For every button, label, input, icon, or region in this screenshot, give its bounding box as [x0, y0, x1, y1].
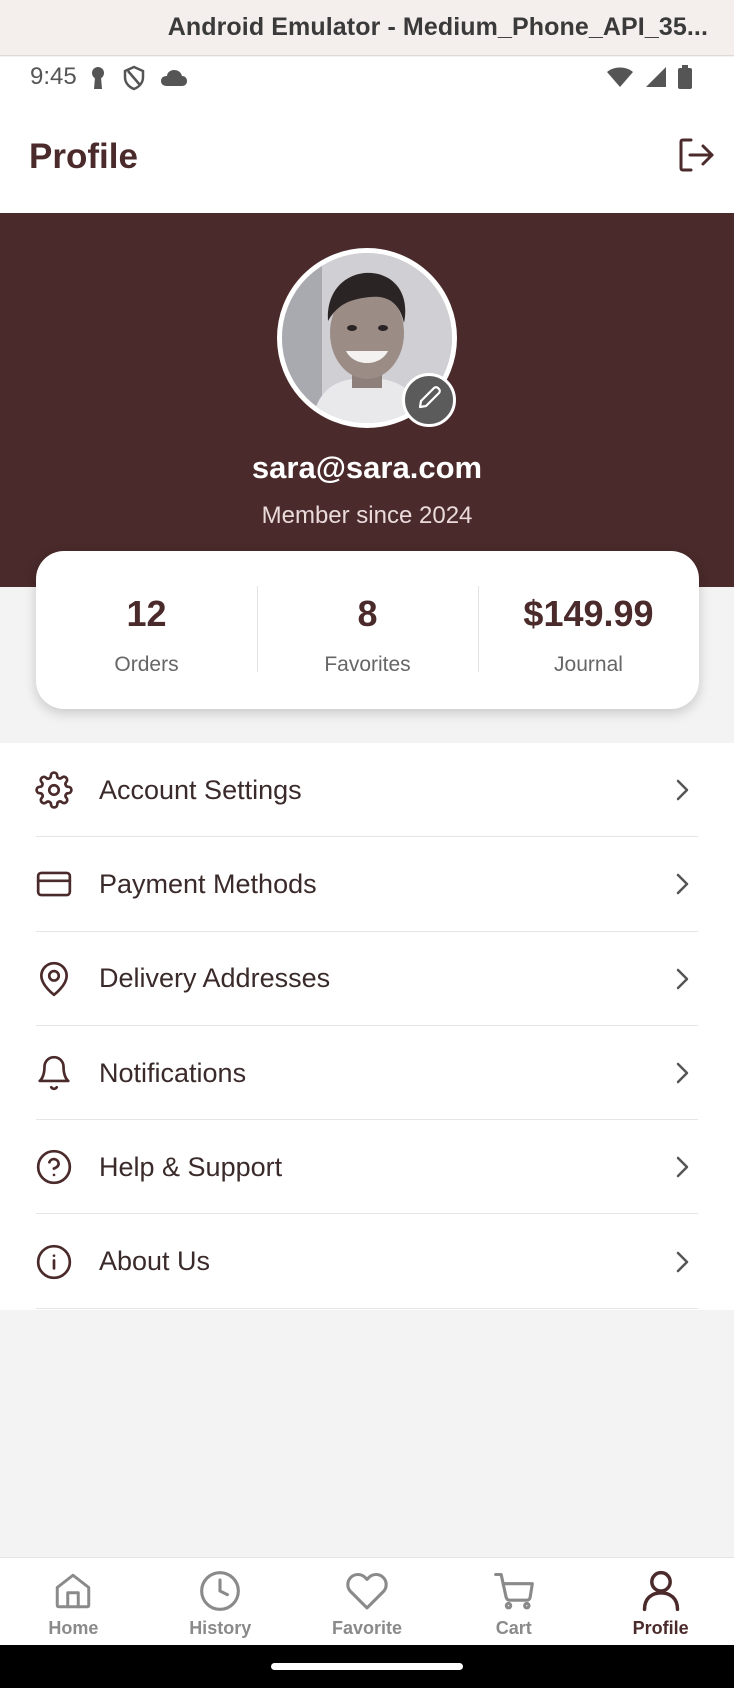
nav-item-favorite[interactable]: Favorite: [294, 1558, 441, 1645]
stat-journal[interactable]: $149.99 Journal: [478, 551, 699, 709]
chevron-right-icon: [670, 1061, 694, 1085]
emulator-title: Android Emulator - Medium_Phone_API_35..…: [167, 13, 708, 41]
bell-icon: [34, 1053, 74, 1093]
nav-label: Cart: [495, 1618, 532, 1638]
signal-icon: [644, 66, 668, 93]
nav-label: History: [189, 1618, 252, 1638]
stat-value: 12: [126, 593, 167, 634]
chevron-right-icon: [670, 1250, 694, 1274]
nav-item-cart[interactable]: Cart: [440, 1558, 587, 1645]
chevron-right-icon: [670, 967, 694, 991]
menu-item-delivery-addresses[interactable]: Delivery Addresses: [0, 932, 734, 1027]
menu-item-label: Notifications: [99, 1057, 247, 1088]
menu-item-label: About Us: [99, 1246, 211, 1277]
user-icon: [638, 1568, 684, 1614]
menu-item-payment-methods[interactable]: Payment Methods: [0, 837, 734, 932]
menu-item-help-support[interactable]: Help & Support: [0, 1120, 734, 1215]
heart-icon: [344, 1568, 390, 1614]
bottom-nav: Home History Favorite Cart Profile: [0, 1557, 734, 1645]
clock-icon: [197, 1568, 243, 1614]
stat-favorites[interactable]: 8 Favorites: [257, 551, 478, 709]
menu-item-about-us[interactable]: About Us: [0, 1214, 734, 1310]
battery-icon: [678, 65, 692, 94]
settings-menu: Account Settings Payment Methods Deliver…: [0, 743, 734, 1310]
stat-value: 8: [357, 593, 378, 634]
profile-hero: sara@sara.com Member since 2024: [0, 213, 734, 587]
menu-item-account-settings[interactable]: Account Settings: [0, 743, 734, 838]
nav-label: Home: [48, 1618, 99, 1638]
home-gesture-handle[interactable]: [271, 1663, 463, 1670]
help-circle-icon: [34, 1147, 74, 1187]
user-email: sara@sara.com: [251, 450, 483, 485]
cloud-icon: [160, 68, 188, 93]
avatar-container: [277, 248, 457, 428]
page-title: Profile: [29, 137, 138, 176]
stat-label: Orders: [114, 653, 179, 676]
gesture-bar: [0, 1645, 734, 1688]
logout-icon: [676, 135, 716, 180]
nav-label: Profile: [632, 1618, 689, 1638]
pencil-icon: [416, 385, 442, 416]
credit-card-icon: [34, 864, 74, 904]
stats-card: 12 Orders 8 Favorites $149.99 Journal: [36, 551, 699, 709]
wifi-icon: [606, 66, 634, 93]
nav-label: Favorite: [331, 1618, 402, 1638]
nav-item-history[interactable]: History: [147, 1558, 294, 1645]
emulator-title-bar: Android Emulator - Medium_Phone_API_35..…: [0, 0, 734, 56]
home-icon: [50, 1568, 96, 1614]
stat-value: $149.99: [523, 593, 654, 634]
chevron-right-icon: [670, 778, 694, 802]
info-circle-icon: [34, 1242, 74, 1282]
status-time: 9:45: [30, 63, 77, 90]
key-icon: [88, 65, 108, 96]
shield-icon: [122, 65, 146, 96]
chevron-right-icon: [670, 1155, 694, 1179]
menu-item-label: Delivery Addresses: [99, 963, 331, 994]
menu-item-label: Payment Methods: [99, 868, 317, 899]
stat-label: Journal: [554, 653, 623, 676]
nav-item-profile[interactable]: Profile: [587, 1558, 734, 1645]
chevron-right-icon: [670, 872, 694, 896]
menu-item-label: Help & Support: [99, 1151, 283, 1182]
location-pin-icon: [34, 959, 74, 999]
nav-item-home[interactable]: Home: [0, 1558, 147, 1645]
status-bar: 9:45: [0, 57, 734, 97]
logout-button[interactable]: [672, 133, 720, 181]
stat-label: Favorites: [324, 653, 411, 676]
gear-icon: [34, 770, 74, 810]
menu-item-notifications[interactable]: Notifications: [0, 1026, 734, 1121]
stat-orders[interactable]: 12 Orders: [36, 551, 257, 709]
edit-avatar-button[interactable]: [402, 373, 456, 427]
app-header: Profile: [0, 97, 734, 213]
member-since: Member since 2024: [261, 502, 473, 529]
menu-item-label: Account Settings: [99, 774, 302, 805]
cart-icon: [491, 1568, 537, 1614]
